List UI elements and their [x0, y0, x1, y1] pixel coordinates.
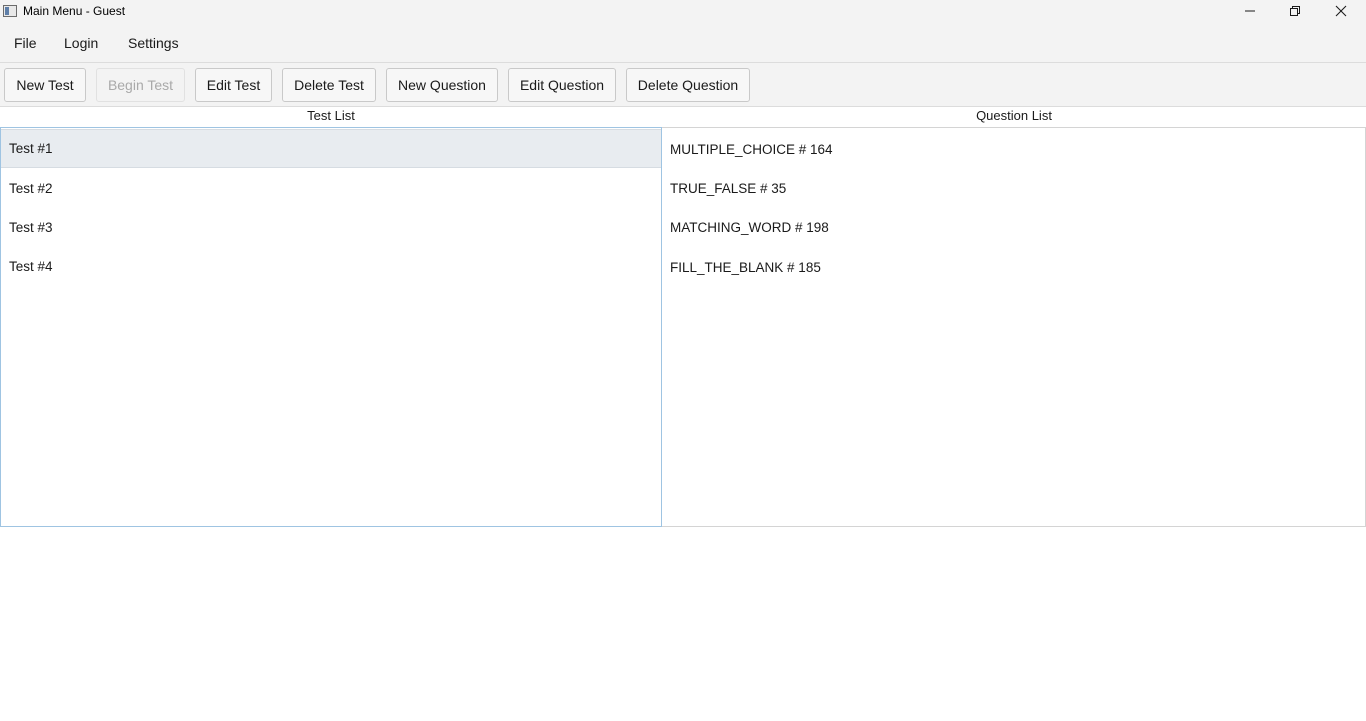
new-test-button[interactable]: New Test	[4, 68, 86, 102]
new-question-button[interactable]: New Question	[386, 68, 498, 102]
question-list-header: Question List	[976, 108, 1052, 123]
toolbar: New Test Begin Test Edit Test Delete Tes…	[0, 63, 1366, 107]
menu-bar: File Login Settings	[0, 22, 1366, 63]
minimize-icon[interactable]	[1227, 0, 1273, 22]
menu-settings[interactable]: Settings	[128, 35, 179, 51]
question-list-item[interactable]: FILL_THE_BLANK # 185	[662, 248, 1365, 287]
restore-icon[interactable]	[1272, 0, 1318, 22]
question-list-item[interactable]: MATCHING_WORD # 198	[662, 208, 1365, 247]
window-title: Main Menu - Guest	[23, 4, 126, 18]
menu-login[interactable]: Login	[64, 35, 98, 51]
close-icon[interactable]	[1318, 0, 1364, 22]
test-list-item[interactable]: Test #1	[1, 129, 661, 168]
test-list[interactable]: Test #1 Test #2 Test #3 Test #4	[0, 127, 662, 527]
test-list-item[interactable]: Test #2	[1, 169, 661, 208]
title-bar: Main Menu - Guest	[0, 0, 1366, 22]
edit-test-button[interactable]: Edit Test	[195, 68, 272, 102]
delete-test-button[interactable]: Delete Test	[282, 68, 376, 102]
delete-question-button[interactable]: Delete Question	[626, 68, 750, 102]
question-list-item[interactable]: TRUE_FALSE # 35	[662, 169, 1365, 208]
test-list-item[interactable]: Test #4	[1, 247, 661, 286]
menu-file[interactable]: File	[14, 35, 37, 51]
app-icon	[3, 5, 17, 17]
edit-question-button[interactable]: Edit Question	[508, 68, 616, 102]
question-list-item[interactable]: MULTIPLE_CHOICE # 164	[662, 130, 1365, 169]
test-list-item[interactable]: Test #3	[1, 208, 661, 247]
begin-test-button[interactable]: Begin Test	[96, 68, 185, 102]
question-list[interactable]: MULTIPLE_CHOICE # 164 TRUE_FALSE # 35 MA…	[662, 127, 1366, 527]
test-list-header: Test List	[307, 108, 355, 123]
